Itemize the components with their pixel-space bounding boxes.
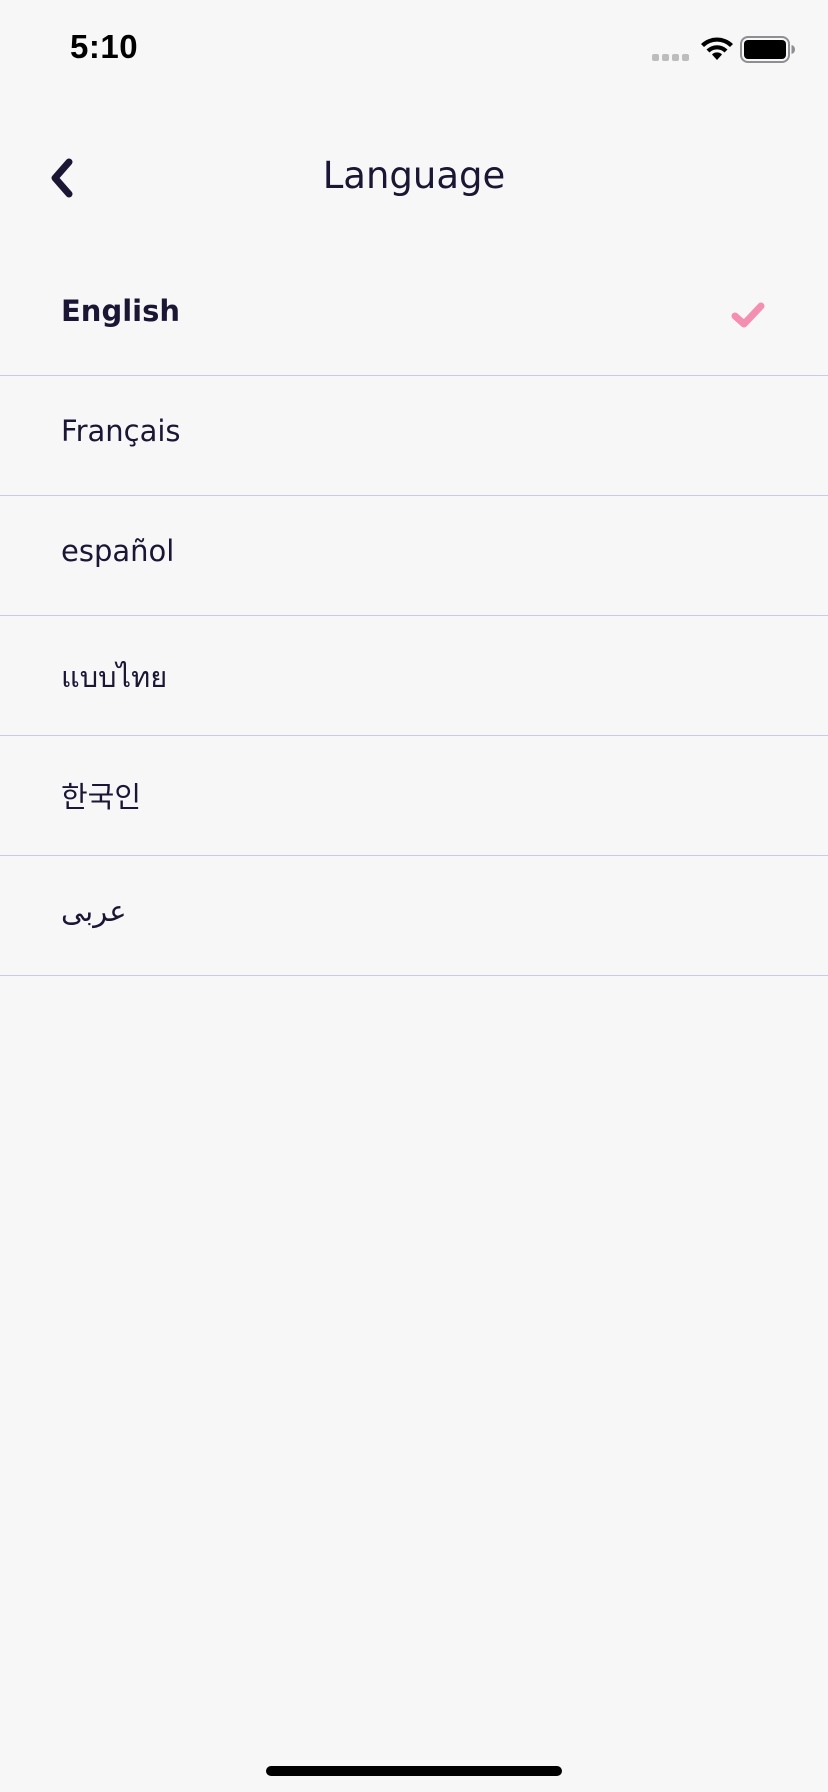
- language-label: عربى: [61, 894, 127, 928]
- nav-header: Language: [0, 140, 828, 220]
- cellular-signal-icon: [652, 54, 689, 61]
- battery-icon: [740, 36, 795, 63]
- wifi-icon: [701, 37, 733, 60]
- language-item-thai[interactable]: แบบไทย: [0, 616, 828, 736]
- checkmark-icon: [731, 302, 765, 328]
- language-label: 한국인: [61, 780, 142, 814]
- status-time: 5:10: [70, 28, 139, 65]
- language-item-english[interactable]: English: [0, 256, 828, 376]
- language-list: English Français español แบบไทย 한국인 عربى: [0, 256, 828, 976]
- language-label: Français: [61, 414, 181, 448]
- home-indicator[interactable]: [266, 1766, 562, 1776]
- language-item-arabic[interactable]: عربى: [0, 856, 828, 976]
- language-label: español: [61, 534, 175, 568]
- language-label: English: [61, 294, 181, 328]
- language-item-french[interactable]: Français: [0, 376, 828, 496]
- language-item-spanish[interactable]: español: [0, 496, 828, 616]
- language-label: แบบไทย: [61, 660, 168, 694]
- language-settings-screen: 5:10 Language English Français español แ…: [0, 0, 828, 1792]
- language-item-korean[interactable]: 한국인: [0, 736, 828, 856]
- page-title: Language: [322, 154, 506, 197]
- status-bar: 5:10: [0, 0, 828, 100]
